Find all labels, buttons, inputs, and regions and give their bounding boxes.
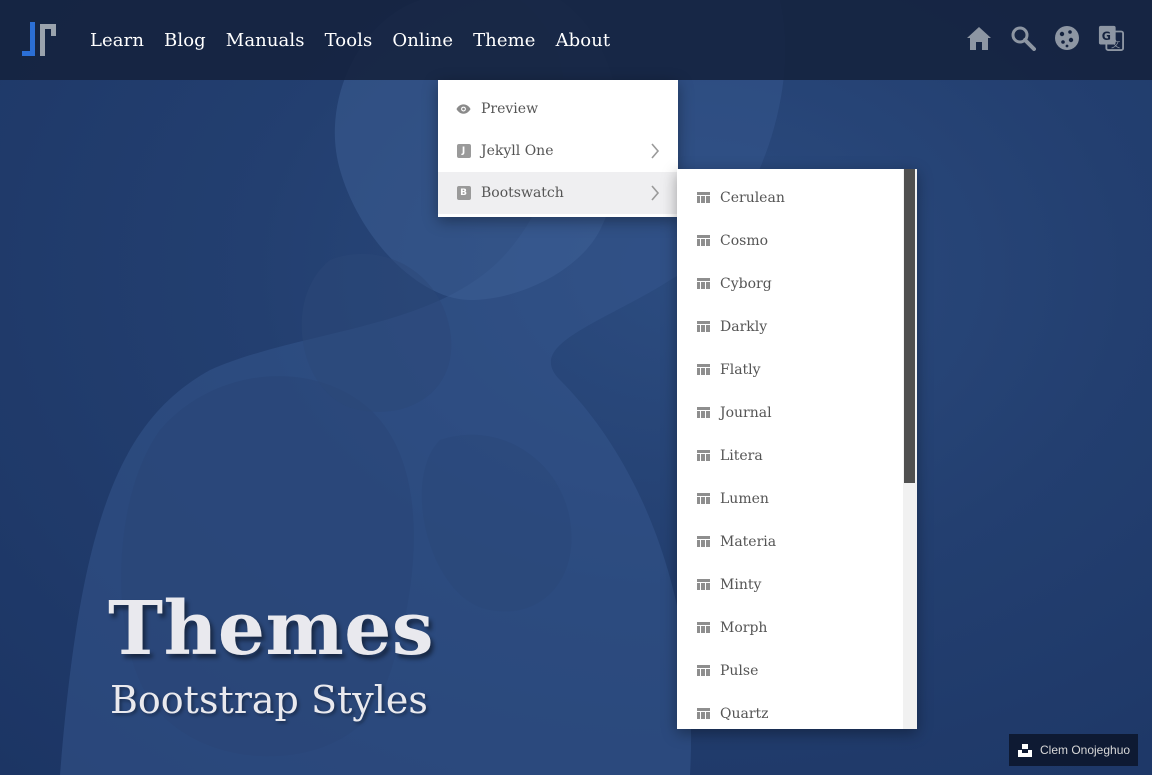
menu-item-jekyll-one[interactable]: J Jekyll One xyxy=(438,130,678,172)
theme-icon xyxy=(697,665,710,676)
home-icon[interactable] xyxy=(966,24,992,52)
theme-icon xyxy=(697,192,710,203)
theme-icon xyxy=(697,708,710,719)
theme-item-materia[interactable]: Materia xyxy=(677,520,903,563)
theme-icon xyxy=(697,450,710,461)
site-logo[interactable] xyxy=(20,22,60,58)
theme-item-flatly[interactable]: Flatly xyxy=(677,348,903,391)
theme-item-lumen[interactable]: Lumen xyxy=(677,477,903,520)
theme-icon xyxy=(697,622,710,633)
scrollbar-thumb[interactable] xyxy=(904,169,915,483)
nav-learn[interactable]: Learn xyxy=(90,30,144,51)
translate-icon[interactable]: G文 xyxy=(1098,24,1124,52)
nav-online[interactable]: Online xyxy=(392,30,453,51)
logo-icon xyxy=(22,22,56,56)
badge-j: J xyxy=(456,144,471,158)
badge-j-icon: J xyxy=(456,144,471,159)
hero-title: Themes xyxy=(108,586,434,672)
badge-b-icon: B xyxy=(456,186,471,201)
theme-item-label: Lumen xyxy=(720,490,769,507)
theme-item-label: Cerulean xyxy=(720,189,785,206)
nav-blog[interactable]: Blog xyxy=(164,30,206,51)
theme-icon xyxy=(697,536,710,547)
theme-item-label: Cosmo xyxy=(720,232,769,249)
nav-icons: G文 xyxy=(966,24,1124,52)
theme-item-label: Minty xyxy=(720,576,762,593)
chevron-right-icon xyxy=(651,143,660,159)
submenu-scrollbar[interactable] xyxy=(903,169,917,729)
menu-item-bootswatch[interactable]: B Bootswatch xyxy=(438,172,678,214)
theme-item-label: Journal xyxy=(720,404,772,421)
cookie-icon[interactable] xyxy=(1054,24,1080,52)
theme-item-minty[interactable]: Minty xyxy=(677,563,903,606)
credit-name: Clem Onojeghuo xyxy=(1040,743,1131,757)
svg-text:G: G xyxy=(1102,30,1111,43)
theme-icon xyxy=(697,278,710,289)
theme-list: Cerulean Cosmo Cyborg Darkly Flatly Journal Li… xyxy=(677,176,903,729)
theme-item-cosmo[interactable]: Cosmo xyxy=(677,219,903,262)
hero-subtitle: Bootstrap Styles xyxy=(110,678,428,722)
nav-tools[interactable]: Tools xyxy=(325,30,373,51)
theme-item-label: Materia xyxy=(720,533,777,550)
top-navbar: Learn Blog Manuals Tools Online Theme Ab… xyxy=(0,0,1152,80)
badge-b: B xyxy=(456,186,471,200)
menu-item-label: Preview xyxy=(481,101,539,117)
theme-item-cerulean[interactable]: Cerulean xyxy=(677,176,903,219)
theme-icon xyxy=(697,321,710,332)
menu-item-label: Jekyll One xyxy=(481,143,554,159)
theme-item-litera[interactable]: Litera xyxy=(677,434,903,477)
theme-item-label: Flatly xyxy=(720,361,761,378)
theme-icon xyxy=(697,235,710,246)
nav-manuals[interactable]: Manuals xyxy=(226,30,305,51)
theme-icon xyxy=(697,493,710,504)
search-icon[interactable] xyxy=(1010,24,1036,52)
bootswatch-submenu: Cerulean Cosmo Cyborg Darkly Flatly Journal Li… xyxy=(677,169,917,729)
theme-icon xyxy=(697,579,710,590)
theme-item-cyborg[interactable]: Cyborg xyxy=(677,262,903,305)
eye-icon xyxy=(456,102,471,117)
nav-about[interactable]: About xyxy=(556,30,611,51)
nav-theme[interactable]: Theme xyxy=(473,30,535,51)
theme-item-journal[interactable]: Journal xyxy=(677,391,903,434)
theme-item-label: Litera xyxy=(720,447,763,464)
theme-icon xyxy=(697,364,710,375)
theme-item-label: Pulse xyxy=(720,662,759,679)
theme-item-pulse[interactable]: Pulse xyxy=(677,649,903,692)
theme-item-label: Cyborg xyxy=(720,275,772,292)
nav-links: Learn Blog Manuals Tools Online Theme Ab… xyxy=(90,0,630,80)
theme-item-label: Quartz xyxy=(720,705,769,722)
svg-text:文: 文 xyxy=(1111,38,1120,50)
theme-item-label: Morph xyxy=(720,619,768,636)
theme-dropdown: Preview J Jekyll One B Bootswatch xyxy=(438,80,678,217)
theme-item-label: Darkly xyxy=(720,318,768,335)
photo-credit[interactable]: Clem Onojeghuo xyxy=(1009,734,1138,766)
menu-item-preview[interactable]: Preview xyxy=(438,88,678,130)
theme-icon xyxy=(697,407,710,418)
theme-item-darkly[interactable]: Darkly xyxy=(677,305,903,348)
unsplash-icon xyxy=(1018,744,1032,757)
chevron-right-icon xyxy=(651,185,660,201)
menu-item-label: Bootswatch xyxy=(481,185,564,201)
theme-item-quartz[interactable]: Quartz xyxy=(677,692,903,729)
theme-item-morph[interactable]: Morph xyxy=(677,606,903,649)
